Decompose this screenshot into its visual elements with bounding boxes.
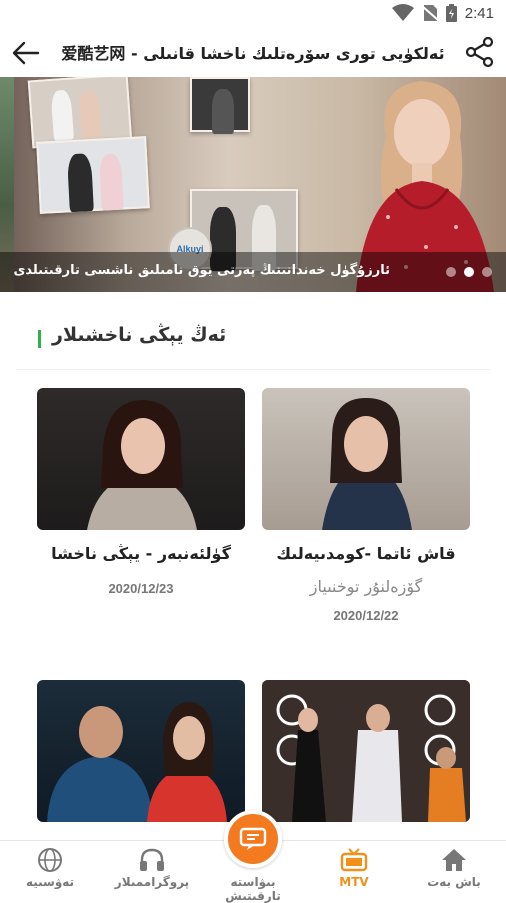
home-icon bbox=[441, 848, 467, 872]
nav-item-mtv[interactable]: MTV bbox=[304, 845, 404, 889]
singer-photo bbox=[262, 388, 470, 530]
nav-item-home[interactable]: باش بەت bbox=[404, 845, 504, 889]
arrow-left-icon bbox=[10, 38, 40, 68]
nav-label: پروگراممىلار bbox=[102, 875, 202, 889]
live-icon bbox=[239, 827, 267, 851]
video-date: 2020/12/22 bbox=[262, 608, 470, 623]
share-icon bbox=[464, 36, 496, 68]
carousel-indicators bbox=[446, 267, 492, 277]
video-thumbnail[interactable] bbox=[262, 388, 470, 530]
status-bar: 2:41 bbox=[0, 0, 506, 28]
app-bar: 爱酷艺网 - ئەلكۈيى تورى سۆرەتلىك ناخشا قانىل… bbox=[0, 28, 506, 76]
globe-icon bbox=[37, 847, 63, 873]
live-broadcast-button[interactable] bbox=[224, 810, 282, 868]
video-thumbnail[interactable] bbox=[262, 680, 470, 822]
wifi-icon bbox=[392, 4, 414, 22]
video-date: 2020/12/23 bbox=[37, 581, 245, 596]
banner-caption-bar: ئارزۇگۈل خەندانىنىڭ پەرتى يوق نامىلىق نا… bbox=[0, 252, 506, 292]
nav-label: بىۋاستە تارقىتىش bbox=[203, 875, 303, 903]
nav-label: باش بەت bbox=[404, 875, 504, 889]
banner-caption: ئارزۇگۈل خەندانىنىڭ پەرتى يوق نامىلىق نا… bbox=[13, 263, 390, 278]
section-accent-bar bbox=[38, 330, 41, 348]
video-title[interactable]: قاش ئاتما -كومدىيەلىك bbox=[262, 544, 470, 563]
status-time: 2:41 bbox=[465, 5, 494, 22]
carousel-dot[interactable] bbox=[446, 267, 456, 277]
back-button[interactable] bbox=[10, 38, 40, 68]
carousel-dot[interactable] bbox=[464, 267, 474, 277]
nav-label: تەۋسىيە bbox=[0, 875, 100, 889]
section-header: ئەڭ يېڭى ناخشىلار bbox=[16, 318, 490, 358]
video-card[interactable]: قاش ئاتما -كومدىيەلىك گۆزەلنۇر توخنىياز … bbox=[262, 388, 470, 623]
banner-collage-photo bbox=[190, 77, 250, 132]
section-divider bbox=[16, 369, 490, 370]
duo-photo bbox=[37, 680, 245, 822]
headphones-icon bbox=[139, 848, 165, 872]
video-card[interactable] bbox=[37, 680, 245, 822]
singer-photo bbox=[37, 388, 245, 530]
section-title: ئەڭ يېڭى ناخشىلار bbox=[52, 324, 226, 346]
video-title[interactable]: گۈلئەنبەر - يېڭى ناخشا bbox=[37, 544, 245, 563]
tv-icon bbox=[340, 848, 368, 872]
video-card[interactable]: گۈلئەنبەر - يېڭى ناخشا 2020/12/23 bbox=[37, 388, 245, 596]
status-icons: 2:41 bbox=[392, 4, 494, 22]
battery-icon bbox=[446, 4, 457, 22]
share-button[interactable] bbox=[464, 36, 496, 68]
video-thumbnail[interactable] bbox=[37, 388, 245, 530]
video-thumbnail[interactable] bbox=[37, 680, 245, 822]
banner-carousel[interactable]: Alkuyi ئارزۇگۈل خەندانىنىڭ پەرتى يوق نام… bbox=[0, 77, 506, 292]
video-artist: گۆزەلنۇر توخنىياز bbox=[262, 577, 470, 596]
page-title: 爱酷艺网 - ئەلكۈيى تورى سۆرەتلىك ناخشا قانىل… bbox=[56, 40, 450, 64]
video-card[interactable] bbox=[262, 680, 470, 822]
no-sim-icon bbox=[422, 4, 438, 22]
group-photo bbox=[262, 680, 470, 822]
nav-label: MTV bbox=[304, 875, 404, 889]
carousel-dot[interactable] bbox=[482, 267, 492, 277]
nav-item-recommend[interactable]: تەۋسىيە bbox=[0, 845, 100, 889]
banner-collage-photo bbox=[36, 136, 150, 214]
nav-item-programs[interactable]: پروگراممىلار bbox=[102, 845, 202, 889]
